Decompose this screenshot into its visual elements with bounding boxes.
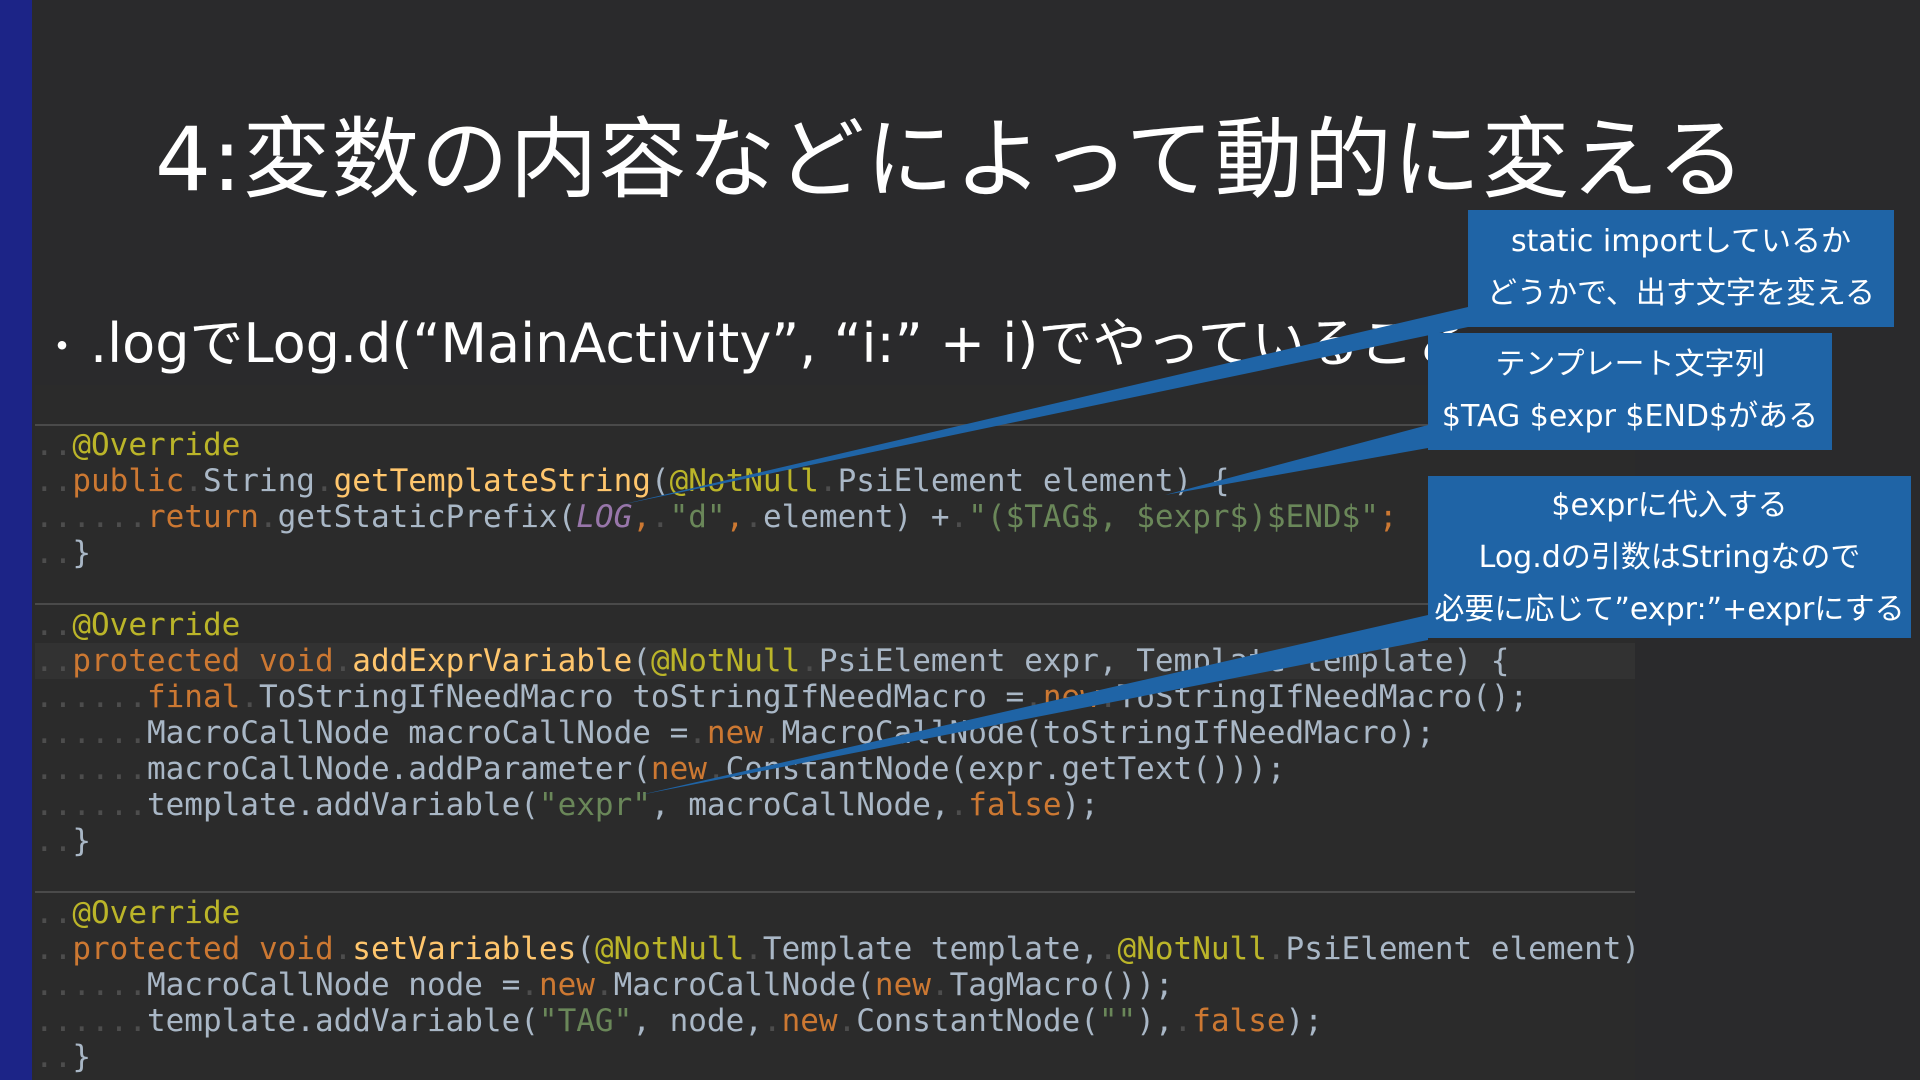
callout-pointer-3: [640, 615, 1428, 795]
callout-pointer-1: [620, 307, 1468, 505]
callout-expr-variable: $exprに代入する Log.dの引数はStringなので 必要に応じて”exp…: [1428, 476, 1911, 638]
callout-static-import: static importしているか どうかで、出す文字を変える: [1468, 210, 1894, 327]
callout-template-string: テンプレート文字列 $TAG $expr $END$がある: [1428, 333, 1832, 450]
callout-pointer-2: [1165, 425, 1428, 495]
